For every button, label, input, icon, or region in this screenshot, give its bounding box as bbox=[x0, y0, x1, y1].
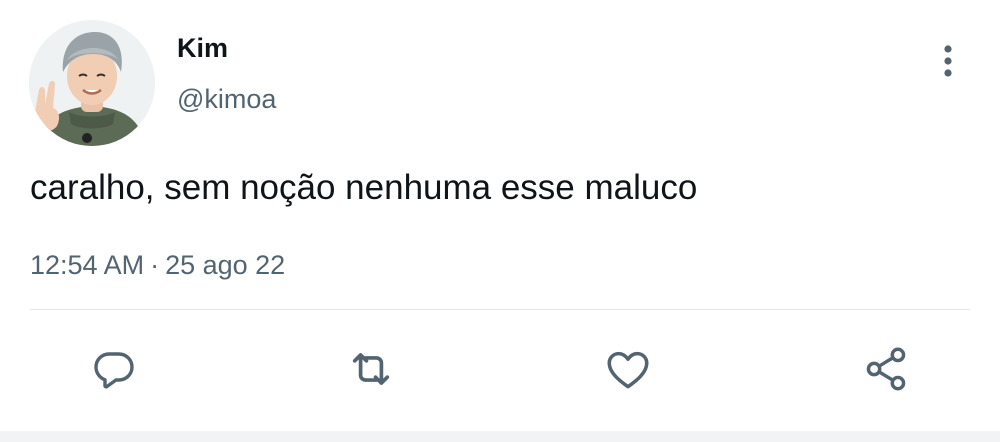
tweet-time: 12:54 AM bbox=[30, 250, 145, 280]
meta-separator: · bbox=[150, 250, 160, 280]
retweet-button[interactable] bbox=[345, 343, 397, 395]
share-button[interactable] bbox=[860, 343, 912, 395]
tweet-date: 25 ago 22 bbox=[165, 250, 286, 280]
avatar-image bbox=[29, 20, 155, 146]
heart-icon bbox=[607, 351, 649, 389]
avatar[interactable] bbox=[29, 20, 155, 146]
retweet-icon bbox=[352, 353, 390, 385]
reply-button[interactable] bbox=[88, 343, 140, 395]
tweet-text: caralho, sem noção nenhuma esse maluco bbox=[30, 168, 698, 207]
tweet-timestamp[interactable]: 12:54 AM · 25 ago 22 bbox=[30, 247, 285, 283]
like-button[interactable] bbox=[602, 343, 654, 395]
bottom-separator bbox=[0, 431, 1000, 442]
display-name[interactable]: Kim bbox=[177, 31, 228, 65]
more-vertical-icon[interactable] bbox=[934, 42, 962, 80]
divider bbox=[30, 309, 970, 310]
reply-icon bbox=[94, 352, 134, 389]
user-handle[interactable]: @kimoa bbox=[177, 82, 276, 116]
share-icon bbox=[866, 347, 906, 391]
tweet-card: Kim @kimoa caralho, sem noção nenhuma es… bbox=[0, 0, 1000, 442]
